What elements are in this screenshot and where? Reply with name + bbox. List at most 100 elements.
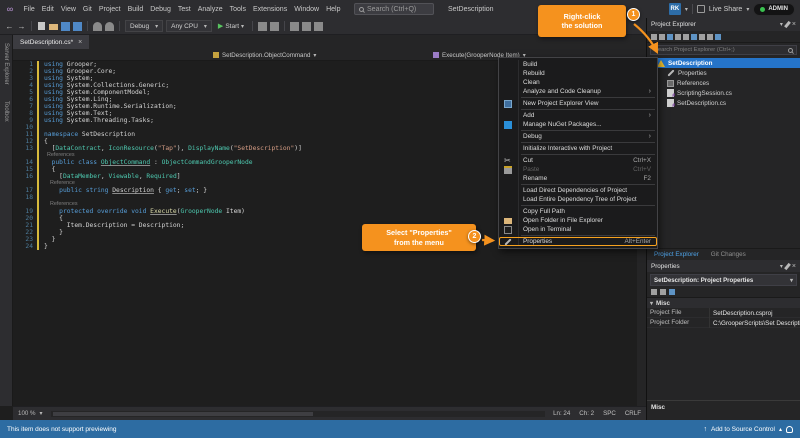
step-into-icon[interactable] bbox=[302, 22, 311, 31]
category-row-misc[interactable]: Misc bbox=[647, 298, 800, 308]
property-value[interactable]: SetDescription.csproj bbox=[710, 310, 800, 317]
menu-window[interactable]: Window bbox=[291, 6, 323, 13]
menu-edit[interactable]: Edit bbox=[38, 6, 57, 13]
restart-icon[interactable] bbox=[270, 22, 279, 31]
pe-forward-icon[interactable] bbox=[667, 34, 673, 40]
tree-item-references[interactable]: References bbox=[647, 78, 800, 88]
menu-item-paste[interactable]: PasteCtrl+V bbox=[499, 165, 657, 174]
menu-tools[interactable]: Tools bbox=[226, 6, 249, 13]
window-position-icon[interactable] bbox=[780, 263, 783, 270]
zoom-level[interactable]: 100 % bbox=[18, 410, 36, 417]
menu-item-copy-full-path[interactable]: Copy Full Path bbox=[499, 207, 657, 216]
property-pages-icon[interactable] bbox=[669, 289, 675, 295]
tab-toolbox[interactable]: Toolbox bbox=[3, 101, 9, 122]
menu-item-load-entire-dependency-tree-of-project[interactable]: Load Entire Dependency Tree of Project bbox=[499, 195, 657, 204]
break-all-icon[interactable] bbox=[258, 22, 267, 31]
menu-item-new-project-explorer-view[interactable]: New Project Explorer View bbox=[499, 99, 657, 108]
undo-icon[interactable] bbox=[93, 22, 102, 31]
project-explorer-search[interactable]: Search Project Explorer (Ctrl+;) bbox=[650, 45, 797, 55]
type-dropdown[interactable]: SetDescription.ObjectCommand bbox=[213, 49, 316, 61]
annotation-step1-line2: the solution bbox=[538, 21, 626, 30]
pe-refresh-icon[interactable] bbox=[675, 34, 681, 40]
menu-item-clean[interactable]: Clean bbox=[499, 78, 657, 87]
pe-properties-icon[interactable] bbox=[691, 34, 697, 40]
menu-debug[interactable]: Debug bbox=[147, 6, 175, 13]
configuration-dropdown[interactable]: Debug bbox=[125, 20, 163, 32]
live-share-caret-icon[interactable] bbox=[746, 6, 749, 13]
menu-item-analyze-and-code-cleanup[interactable]: Analyze and Code Cleanup bbox=[499, 87, 657, 96]
search-box[interactable]: Search (Ctrl+Q) bbox=[354, 3, 434, 15]
menu-project[interactable]: Project bbox=[95, 6, 124, 13]
menu-item-debug[interactable]: Debug bbox=[499, 132, 657, 141]
menu-item-build[interactable]: Build bbox=[499, 60, 657, 69]
live-share-label[interactable]: Live Share bbox=[709, 6, 742, 13]
close-panel-icon[interactable] bbox=[792, 21, 796, 28]
codelens-references[interactable]: Reference bbox=[39, 180, 75, 187]
open-folder-icon[interactable] bbox=[49, 24, 58, 30]
tree-item-properties[interactable]: Properties bbox=[647, 68, 800, 78]
menu-item-cut[interactable]: CutCtrl+X bbox=[499, 156, 657, 165]
line-number: 14 bbox=[13, 159, 37, 166]
tab-project-explorer[interactable]: Project Explorer bbox=[654, 251, 699, 258]
menu-item-rename[interactable]: RenameF2 bbox=[499, 174, 657, 183]
tab-git-changes[interactable]: Git Changes bbox=[711, 251, 746, 258]
back-icon[interactable] bbox=[5, 22, 14, 31]
menu-item-rebuild[interactable]: Rebuild bbox=[499, 69, 657, 78]
source-control-caret-icon[interactable] bbox=[779, 426, 782, 433]
menu-item-add[interactable]: Add bbox=[499, 111, 657, 120]
user-avatar[interactable]: RK bbox=[669, 3, 681, 15]
line-number: 9 bbox=[13, 117, 37, 124]
pe-collapse-all-icon[interactable] bbox=[683, 34, 689, 40]
zoom-caret-icon[interactable] bbox=[40, 410, 43, 417]
step-out-icon[interactable] bbox=[314, 22, 323, 31]
pin-icon[interactable] bbox=[784, 21, 791, 28]
menu-item-open-in-terminal[interactable]: Open in Terminal bbox=[499, 225, 657, 234]
tab-server-explorer[interactable]: Server Explorer bbox=[3, 43, 9, 85]
codelens-references[interactable]: References bbox=[39, 201, 78, 208]
editor-horizontal-scrollbar[interactable] bbox=[51, 411, 546, 417]
new-project-icon[interactable] bbox=[38, 22, 45, 30]
account-caret-icon[interactable] bbox=[685, 6, 688, 13]
menu-view[interactable]: View bbox=[57, 6, 79, 13]
pe-sync-icon[interactable] bbox=[715, 34, 721, 40]
menu-item-initialize-interactive-with-project[interactable]: Initialize Interactive with Project bbox=[499, 144, 657, 153]
save-icon[interactable] bbox=[61, 22, 70, 31]
window-position-icon[interactable] bbox=[780, 21, 783, 28]
alphabetical-icon[interactable] bbox=[660, 289, 666, 295]
platform-dropdown[interactable]: Any CPU bbox=[166, 20, 212, 32]
tree-root-setdescription[interactable]: SetDescription bbox=[647, 58, 800, 68]
codelens-references[interactable]: References bbox=[39, 152, 75, 159]
menu-help[interactable]: Help bbox=[323, 6, 344, 13]
tree-item-scriptingsession-cs[interactable]: ScriptingSession.cs bbox=[647, 88, 800, 98]
menu-item-properties[interactable]: PropertiesAlt+Enter bbox=[499, 237, 657, 246]
close-panel-icon[interactable] bbox=[792, 263, 796, 270]
menu-test[interactable]: Test bbox=[174, 6, 194, 13]
close-tab-icon[interactable] bbox=[78, 39, 82, 46]
pe-back-icon[interactable] bbox=[659, 34, 665, 40]
add-to-source-control[interactable]: Add to Source Control bbox=[711, 426, 775, 433]
menu-file[interactable]: File bbox=[20, 6, 38, 13]
menu-extensions[interactable]: Extensions bbox=[249, 6, 290, 13]
forward-icon[interactable] bbox=[17, 22, 26, 31]
pe-preview-icon[interactable] bbox=[699, 34, 705, 40]
properties-object-dropdown[interactable]: SetDescription: Project Properties bbox=[650, 274, 797, 286]
menu-item-load-direct-dependencies-of-project[interactable]: Load Direct Dependencies of Project bbox=[499, 186, 657, 195]
menu-item-manage-nuget-packages[interactable]: Manage NuGet Packages... bbox=[499, 120, 657, 129]
step-over-icon[interactable] bbox=[290, 22, 299, 31]
tab-setdescription-cs[interactable]: SetDescription.cs* bbox=[13, 35, 89, 49]
property-value[interactable]: C:\GrooperScripts\Set Description bbox=[710, 320, 800, 327]
pe-filter-icon[interactable] bbox=[707, 34, 713, 40]
save-all-icon[interactable] bbox=[73, 22, 82, 31]
pin-icon[interactable] bbox=[784, 262, 791, 269]
menu-build[interactable]: Build bbox=[124, 6, 147, 13]
start-debug-button[interactable]: Start bbox=[215, 22, 247, 30]
tree-item-setdescription-cs[interactable]: SetDescription.cs bbox=[647, 98, 800, 108]
hscrollbar-thumb[interactable] bbox=[53, 412, 313, 416]
menu-analyze[interactable]: Analyze bbox=[194, 6, 226, 13]
notifications-icon[interactable] bbox=[786, 426, 793, 433]
menu-git[interactable]: Git bbox=[79, 6, 95, 13]
redo-icon[interactable] bbox=[105, 22, 114, 31]
categorized-icon[interactable] bbox=[651, 289, 657, 295]
menu-item-open-folder-in-file-explorer[interactable]: Open Folder in File Explorer bbox=[499, 216, 657, 225]
pe-home-icon[interactable] bbox=[651, 34, 657, 40]
